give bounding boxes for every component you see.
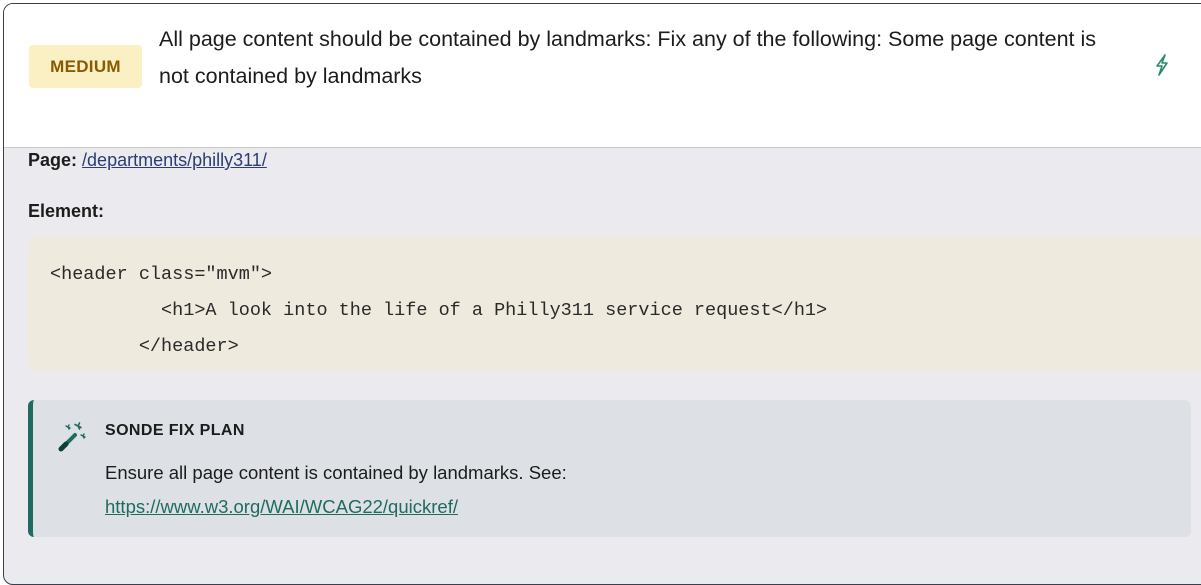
fix-plan-heading: SONDE FIX PLAN <box>105 422 245 439</box>
magic-wand-icon <box>58 422 86 452</box>
code-line: <h1>A look into the life of a Philly311 … <box>50 300 828 321</box>
lightning-bolt-icon[interactable] <box>1153 54 1171 76</box>
issue-card: MEDIUM All page content should be contai… <box>3 3 1201 585</box>
code-line: <header class="mvm"> <box>50 264 273 285</box>
issue-title: All page content should be contained by … <box>159 27 1097 88</box>
issue-header[interactable]: MEDIUM All page content should be contai… <box>4 4 1201 148</box>
element-label: Element: <box>28 201 105 221</box>
code-line: </header> <box>50 336 239 357</box>
code-snippet: <header class="mvm"> <h1>A look into the… <box>28 237 1201 371</box>
page-line: Page: /departments/philly311/ <box>28 150 267 171</box>
fix-plan-link[interactable]: https://www.w3.org/WAI/WCAG22/quickref/ <box>105 496 458 517</box>
code-text: <header class="mvm"> <h1>A look into the… <box>50 257 827 365</box>
fix-plan-text: Ensure all page content is contained by … <box>105 462 567 483</box>
element-line: Element: <box>28 201 104 222</box>
page-link[interactable]: /departments/philly311/ <box>82 150 267 170</box>
fix-plan-panel: SONDE FIX PLAN Ensure all page content i… <box>28 400 1191 537</box>
fix-plan-description: Ensure all page content is contained by … <box>105 456 567 524</box>
severity-badge: MEDIUM <box>29 45 142 88</box>
page-label: Page: <box>28 150 78 170</box>
